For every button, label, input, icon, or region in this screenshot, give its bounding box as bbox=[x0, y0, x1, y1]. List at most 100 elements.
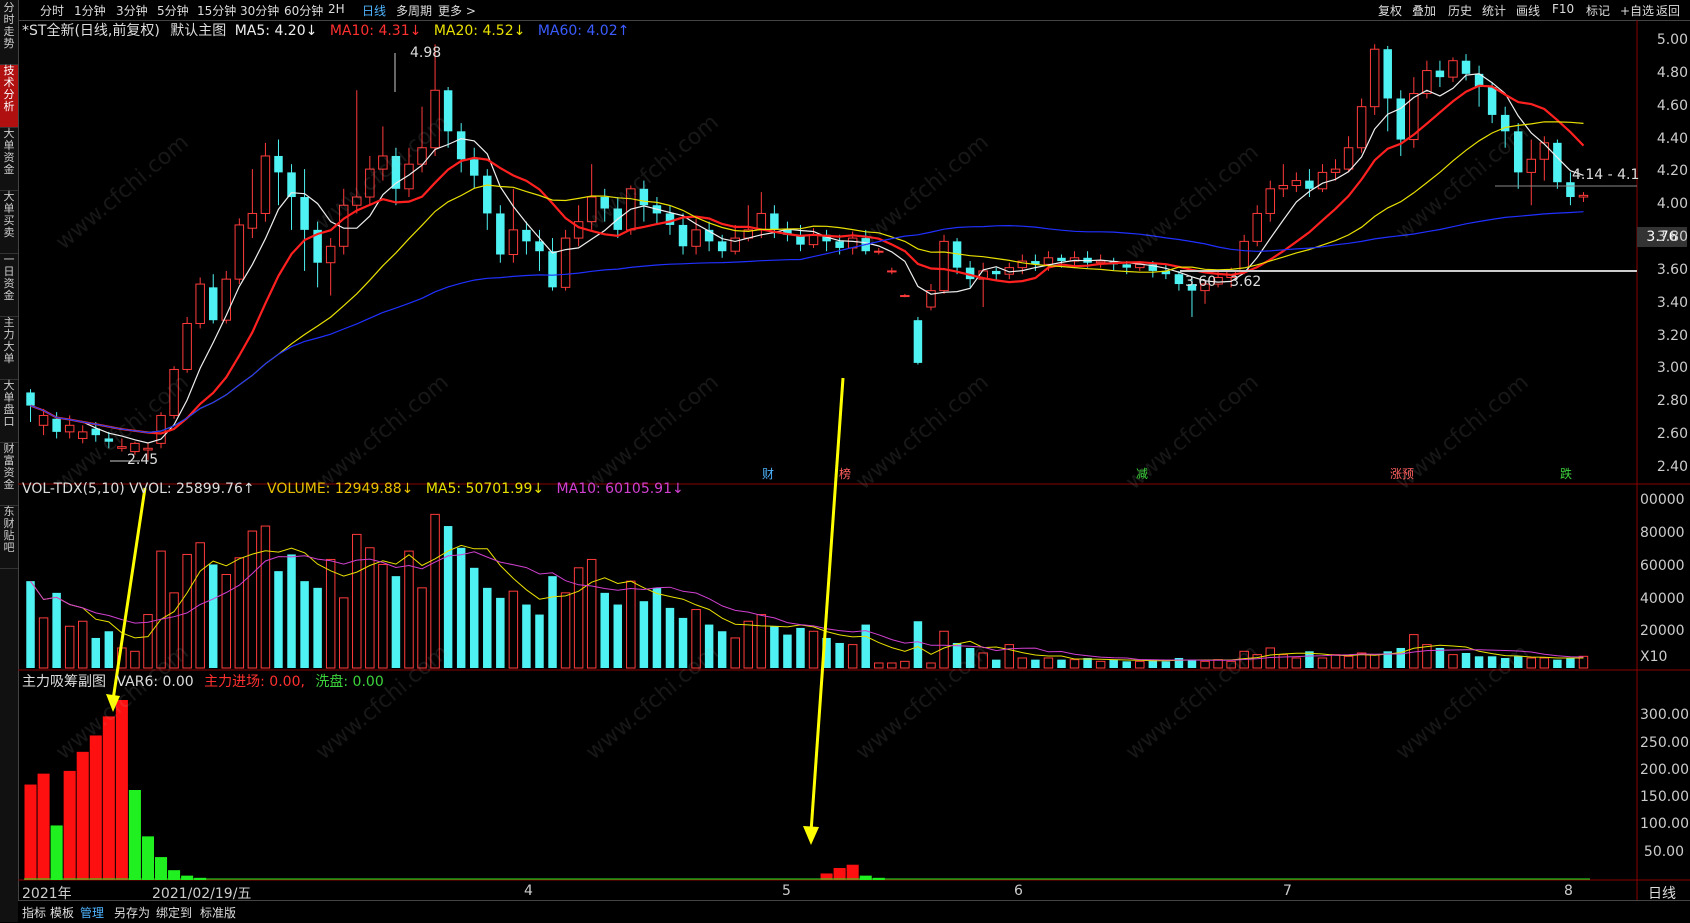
candle-body bbox=[560, 237, 571, 288]
volume-bar bbox=[626, 580, 636, 669]
volume-bar bbox=[38, 617, 49, 669]
price-tick: 3.40 bbox=[1656, 295, 1688, 311]
volume-bar bbox=[1043, 657, 1054, 669]
candle-body bbox=[1383, 49, 1392, 99]
indicator-bar bbox=[24, 784, 37, 880]
indicator-bar bbox=[37, 773, 50, 880]
stock-title[interactable]: *ST全新(日线,前复权) bbox=[22, 23, 160, 39]
candle-body bbox=[887, 270, 897, 273]
candle-body bbox=[300, 197, 309, 230]
candle-body bbox=[1043, 257, 1054, 265]
volume-bar bbox=[378, 563, 388, 669]
candle-body bbox=[1578, 194, 1589, 198]
price-tick: 2.80 bbox=[1656, 393, 1688, 409]
volume-bar bbox=[887, 662, 897, 669]
volume-bar bbox=[391, 576, 401, 668]
volume-panel-header: VOL-TDX(5,10) VVOL: 25899.76↑ VOLUME: 12… bbox=[22, 481, 684, 497]
volume-bar bbox=[52, 592, 61, 668]
candle-body bbox=[234, 224, 245, 280]
main-panel-header: *ST全新(日线,前复权) 默认主图 MA5: 4.20↓ MA10: 4.31… bbox=[22, 20, 629, 40]
price-tick: 4.00 bbox=[1656, 196, 1688, 212]
indicator-bar bbox=[141, 836, 154, 880]
ma60-line bbox=[30, 211, 1584, 434]
event-marker[interactable]: 跌 bbox=[1560, 465, 1572, 482]
candle-body bbox=[1566, 182, 1575, 198]
volume-value: VOLUME: 12949.88↓ bbox=[267, 481, 414, 497]
volume-bar bbox=[1161, 661, 1171, 668]
candle-body bbox=[770, 213, 779, 230]
indicator-panel-header: 主力吸筹副图 VAR6: 0.00 主力进场: 0.00, 洗盘: 0.00 bbox=[22, 671, 384, 691]
price-tick: 4.80 bbox=[1656, 65, 1688, 81]
volume-bar bbox=[26, 581, 35, 668]
candle-body bbox=[913, 320, 923, 363]
bottom-tab[interactable]: 模板 bbox=[50, 904, 74, 921]
indicator-tick: 300.00 bbox=[1640, 707, 1689, 723]
candle-body bbox=[208, 287, 218, 321]
volume-bar bbox=[586, 558, 597, 669]
event-marker[interactable]: 财 bbox=[762, 465, 774, 482]
candle-body bbox=[1435, 70, 1445, 78]
volume-bar bbox=[104, 631, 114, 668]
volume-bar bbox=[1553, 659, 1562, 668]
volume-bar bbox=[234, 557, 245, 669]
volume-bar bbox=[1122, 661, 1131, 668]
bottom-tab[interactable]: 绑定到 bbox=[156, 904, 192, 921]
volume-bar bbox=[208, 564, 218, 668]
volume-tick: 60000 bbox=[1640, 558, 1685, 574]
event-marker[interactable]: 减 bbox=[1136, 465, 1148, 482]
candle-body bbox=[808, 234, 819, 246]
bottom-tab[interactable]: 指标 bbox=[22, 904, 46, 921]
candle-body bbox=[1539, 142, 1550, 160]
volume-bar bbox=[1461, 652, 1471, 668]
candle-body bbox=[1553, 142, 1562, 183]
volume-bar bbox=[1017, 657, 1028, 669]
date-label: 6 bbox=[1014, 883, 1023, 899]
price-tick: 3.80 bbox=[1656, 229, 1688, 245]
candle-body bbox=[483, 175, 492, 214]
volume-bar bbox=[1200, 660, 1210, 669]
volume-bar bbox=[1566, 657, 1575, 668]
candle-body bbox=[1356, 106, 1367, 149]
volume-bar bbox=[1369, 654, 1380, 669]
volume-bars bbox=[26, 513, 1589, 669]
support-range-label-2: 4.14 - 4.1 bbox=[1572, 167, 1640, 183]
volume-bar bbox=[1330, 654, 1341, 669]
volume-bar bbox=[613, 604, 623, 668]
vvol-value: VVOL: 25899.76↑ bbox=[129, 481, 255, 497]
volume-bar bbox=[730, 637, 740, 669]
volume-bar bbox=[1422, 644, 1432, 669]
ma10-line bbox=[30, 84, 1585, 435]
candle-body bbox=[496, 213, 505, 255]
volume-bar bbox=[1187, 659, 1197, 668]
arrow-head bbox=[803, 826, 819, 845]
candle-body bbox=[1174, 274, 1184, 285]
volume-bar bbox=[1343, 655, 1354, 669]
ma10-value: MA10: 4.31↓ bbox=[329, 23, 422, 39]
volume-bar bbox=[926, 662, 936, 669]
volume-bar bbox=[313, 587, 322, 668]
volume-bar bbox=[508, 590, 519, 669]
bottom-tab[interactable]: 管理 bbox=[80, 904, 104, 921]
bottom-tab[interactable]: 标准版 bbox=[200, 904, 236, 921]
candle-body bbox=[1487, 86, 1497, 115]
candle-body bbox=[1122, 264, 1131, 268]
indicator-tick: 250.00 bbox=[1640, 735, 1689, 751]
candle-body bbox=[182, 322, 192, 370]
indicator-bar bbox=[63, 770, 76, 880]
candle-body bbox=[1448, 60, 1458, 78]
indicator-bars bbox=[24, 700, 1590, 880]
indicator-name[interactable]: 默认主图 bbox=[170, 23, 226, 39]
event-marker[interactable]: 涨预 bbox=[1390, 465, 1414, 482]
volume-indicator-name[interactable]: VOL-TDX(5,10) bbox=[22, 481, 125, 497]
candle-body bbox=[1305, 180, 1314, 189]
sub-indicator-name[interactable]: 主力吸筹副图 bbox=[22, 674, 106, 690]
bottom-tab[interactable]: 另存为 bbox=[114, 904, 150, 921]
volume-bar bbox=[1095, 660, 1106, 669]
indicator-tick: 150.00 bbox=[1640, 789, 1689, 805]
candle-body bbox=[1252, 212, 1262, 242]
event-marker[interactable]: 榜 bbox=[839, 465, 851, 482]
volume-bar bbox=[522, 604, 531, 668]
volume-bar bbox=[1135, 660, 1145, 669]
candle-body bbox=[247, 212, 258, 229]
volume-bar bbox=[287, 554, 296, 668]
